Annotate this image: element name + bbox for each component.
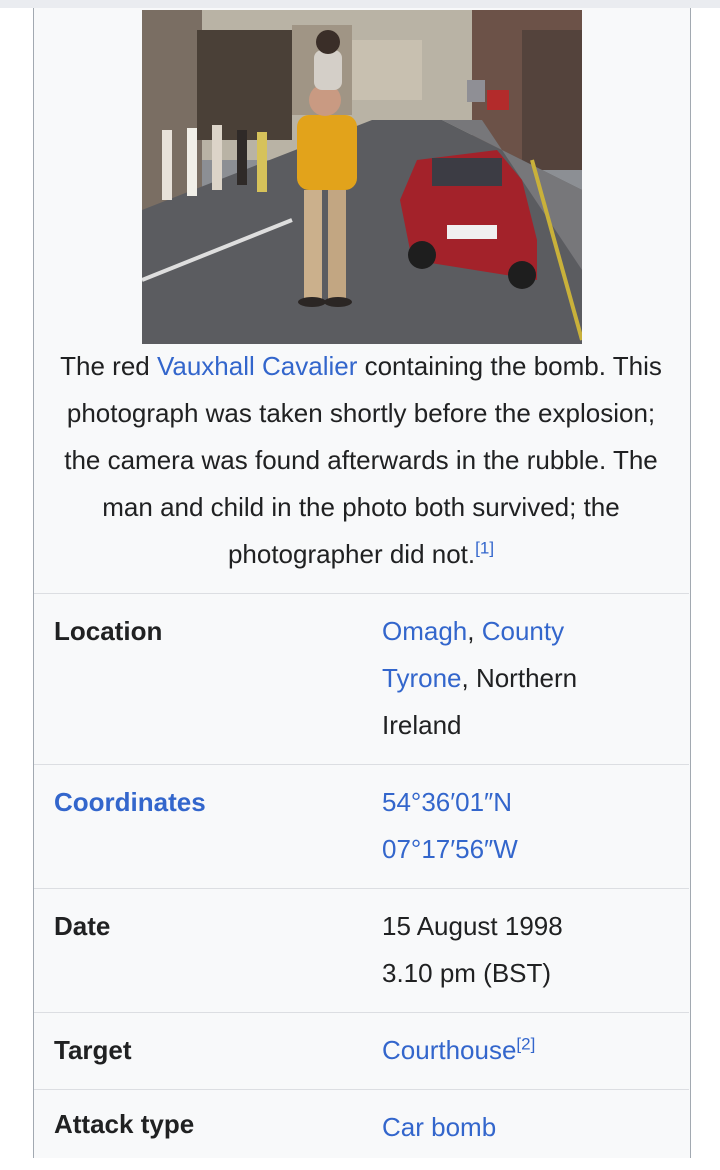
target-value: Courthouse[2] — [382, 1027, 652, 1074]
location-value: Omagh, County Tyrone, Northern Ireland — [382, 608, 652, 749]
latitude-link[interactable]: 54°36′01″N — [382, 779, 652, 826]
location-label: Location — [54, 616, 163, 646]
target-label: Target — [54, 1035, 132, 1065]
car-bomb-link[interactable]: Car bomb — [382, 1112, 496, 1142]
attack-type-label: Attack type — [54, 1109, 195, 1139]
row-target: Target Courthouse[2] — [34, 1012, 689, 1090]
reference-1-link[interactable]: [1] — [475, 538, 494, 557]
date-value: 15 August 1998 3.10 pm (BST) — [382, 903, 652, 997]
bomb-car-photo[interactable] — [142, 10, 582, 344]
omagh-link[interactable]: Omagh — [382, 616, 467, 646]
date-label: Date — [54, 911, 111, 941]
coordinates-value: 54°36′01″N 07°17′56″W — [382, 779, 652, 873]
row-location: Location Omagh, County Tyrone, Northern … — [34, 593, 689, 765]
image-caption: The red Vauxhall Cavalier containing the… — [50, 343, 672, 578]
row-attack-type: Attack type Car bomb — [34, 1089, 689, 1170]
longitude-link[interactable]: 07°17′56″W — [382, 826, 652, 873]
coordinates-label-link[interactable]: Coordinates — [54, 779, 206, 826]
top-bar — [0, 0, 720, 8]
caption-prefix: The red — [60, 351, 157, 381]
attack-type-value: Car bomb — [382, 1104, 652, 1151]
row-coordinates: Coordinates 54°36′01″N 07°17′56″W — [34, 764, 689, 889]
photo-illustration — [142, 10, 582, 344]
caption-suffix: containing the bomb. This photograph was… — [64, 351, 662, 569]
date-line: 15 August 1998 — [382, 911, 563, 941]
time-line: 3.10 pm (BST) — [382, 958, 552, 988]
courthouse-link[interactable]: Courthouse — [382, 1035, 516, 1065]
location-separator: , — [467, 616, 482, 646]
reference-2-link[interactable]: [2] — [516, 1034, 535, 1053]
row-date: Date 15 August 1998 3.10 pm (BST) — [34, 888, 689, 1013]
vauxhall-cavalier-link[interactable]: Vauxhall Cavalier — [157, 351, 357, 381]
